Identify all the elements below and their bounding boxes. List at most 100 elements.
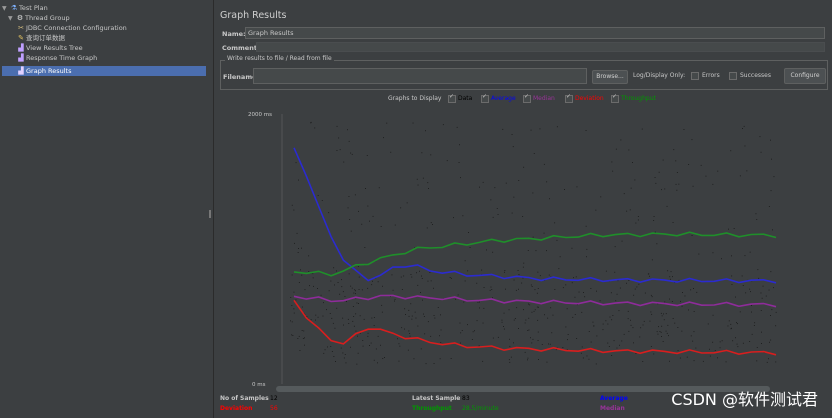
data-point <box>347 207 349 209</box>
tree-item-thread-group[interactable]: ▼ ⚙ Thread Group <box>8 13 70 23</box>
tree-item-response-time-graph[interactable]: ▟ Response Time Graph <box>16 53 97 63</box>
data-checkbox[interactable] <box>448 93 456 103</box>
data-point <box>571 247 573 249</box>
data-point <box>626 282 627 284</box>
data-point <box>339 149 341 151</box>
tree-item-label: Response Time Graph <box>26 54 98 62</box>
data-point <box>347 318 349 320</box>
median-checkbox[interactable] <box>523 93 531 103</box>
data-point <box>762 285 764 287</box>
data-point <box>676 189 678 191</box>
data-point <box>745 292 747 294</box>
data-point <box>410 303 412 305</box>
data-point <box>768 358 769 360</box>
deviation-checkbox[interactable] <box>565 93 573 103</box>
data-point <box>362 345 364 347</box>
data-point <box>614 246 616 248</box>
tree-item-label: Graph Results <box>26 67 72 75</box>
data-point <box>728 228 729 230</box>
data-point <box>702 360 704 362</box>
data-point <box>505 182 507 184</box>
data-point <box>629 209 631 211</box>
data-point <box>662 341 664 342</box>
average-checkbox[interactable] <box>481 93 489 103</box>
data-point <box>732 340 734 342</box>
data-point <box>363 318 365 320</box>
data-point <box>751 333 753 335</box>
data-point <box>757 269 759 271</box>
data-point <box>674 322 676 324</box>
data-point <box>692 185 694 187</box>
configure-button[interactable]: Configure <box>784 68 826 84</box>
expand-toggle-icon[interactable]: ▼ <box>8 14 15 24</box>
data-point <box>297 338 299 339</box>
tree-item-test-plan[interactable]: ▼ ⚗ Test Plan <box>2 3 48 13</box>
data-point <box>369 220 370 222</box>
data-point <box>670 278 671 280</box>
data-point <box>546 250 547 252</box>
data-point <box>401 327 403 329</box>
data-point <box>615 148 617 150</box>
data-point <box>291 204 293 206</box>
tree-item-jdbc-config[interactable]: ✂ JDBC Connection Configuration <box>16 23 127 33</box>
data-point <box>408 315 410 317</box>
average-footer-label: Average <box>600 395 628 402</box>
throughput-checkbox[interactable] <box>611 93 619 103</box>
data-point <box>503 328 505 330</box>
data-point <box>637 216 639 217</box>
tree-item-view-results-tree[interactable]: ▟ View Results Tree <box>16 43 82 53</box>
series-line-throughput <box>293 231 777 277</box>
comments-field[interactable] <box>256 42 825 52</box>
splitter-grip-icon[interactable] <box>209 210 211 218</box>
data-point <box>758 277 760 279</box>
data-point <box>611 355 613 356</box>
data-point <box>335 361 336 362</box>
data-point <box>313 285 314 287</box>
data-point <box>348 140 350 142</box>
data-point <box>596 335 598 337</box>
tree-item-jdbc-request[interactable]: ✎ 查询订单数据 <box>16 33 65 43</box>
data-point <box>357 266 359 267</box>
test-plan-tree[interactable]: ▼ ⚗ Test Plan ▼ ⚙ Thread Group ✂ JDBC Connect… <box>0 0 209 418</box>
successes-checkbox[interactable] <box>729 72 737 80</box>
data-point <box>430 154 432 156</box>
data-point <box>737 323 738 325</box>
data-point <box>525 319 527 321</box>
data-point <box>671 301 673 302</box>
errors-checkbox[interactable] <box>691 72 699 80</box>
data-point <box>434 317 436 319</box>
data-point <box>301 330 303 331</box>
data-point <box>546 361 548 363</box>
data-point <box>771 309 773 311</box>
data-point <box>517 270 519 271</box>
data-point <box>532 236 534 238</box>
name-field[interactable]: Graph Results <box>245 27 825 39</box>
tree-item-graph-results[interactable]: ▟ Graph Results <box>2 66 206 76</box>
data-point <box>612 170 614 172</box>
data-point <box>337 282 339 283</box>
data-point <box>295 299 297 301</box>
data-point <box>731 275 733 277</box>
data-point <box>323 352 325 354</box>
data-point <box>338 137 340 139</box>
data-point <box>361 223 363 225</box>
browse-button[interactable]: Browse... <box>592 70 628 84</box>
data-point <box>611 161 613 163</box>
data-point <box>425 363 427 365</box>
data-point <box>527 357 529 359</box>
data-point <box>602 323 604 325</box>
data-point <box>301 247 302 249</box>
data-point <box>439 335 440 337</box>
data-point <box>299 350 301 351</box>
data-point <box>291 274 293 276</box>
data-point <box>518 180 520 181</box>
data-point <box>513 196 515 198</box>
data-point <box>373 325 375 326</box>
data-point <box>378 187 380 189</box>
data-point <box>751 311 752 313</box>
data-point <box>596 290 597 292</box>
data-point <box>382 358 384 359</box>
filename-field[interactable] <box>253 68 587 84</box>
data-point <box>464 280 466 282</box>
data-point <box>486 249 487 251</box>
